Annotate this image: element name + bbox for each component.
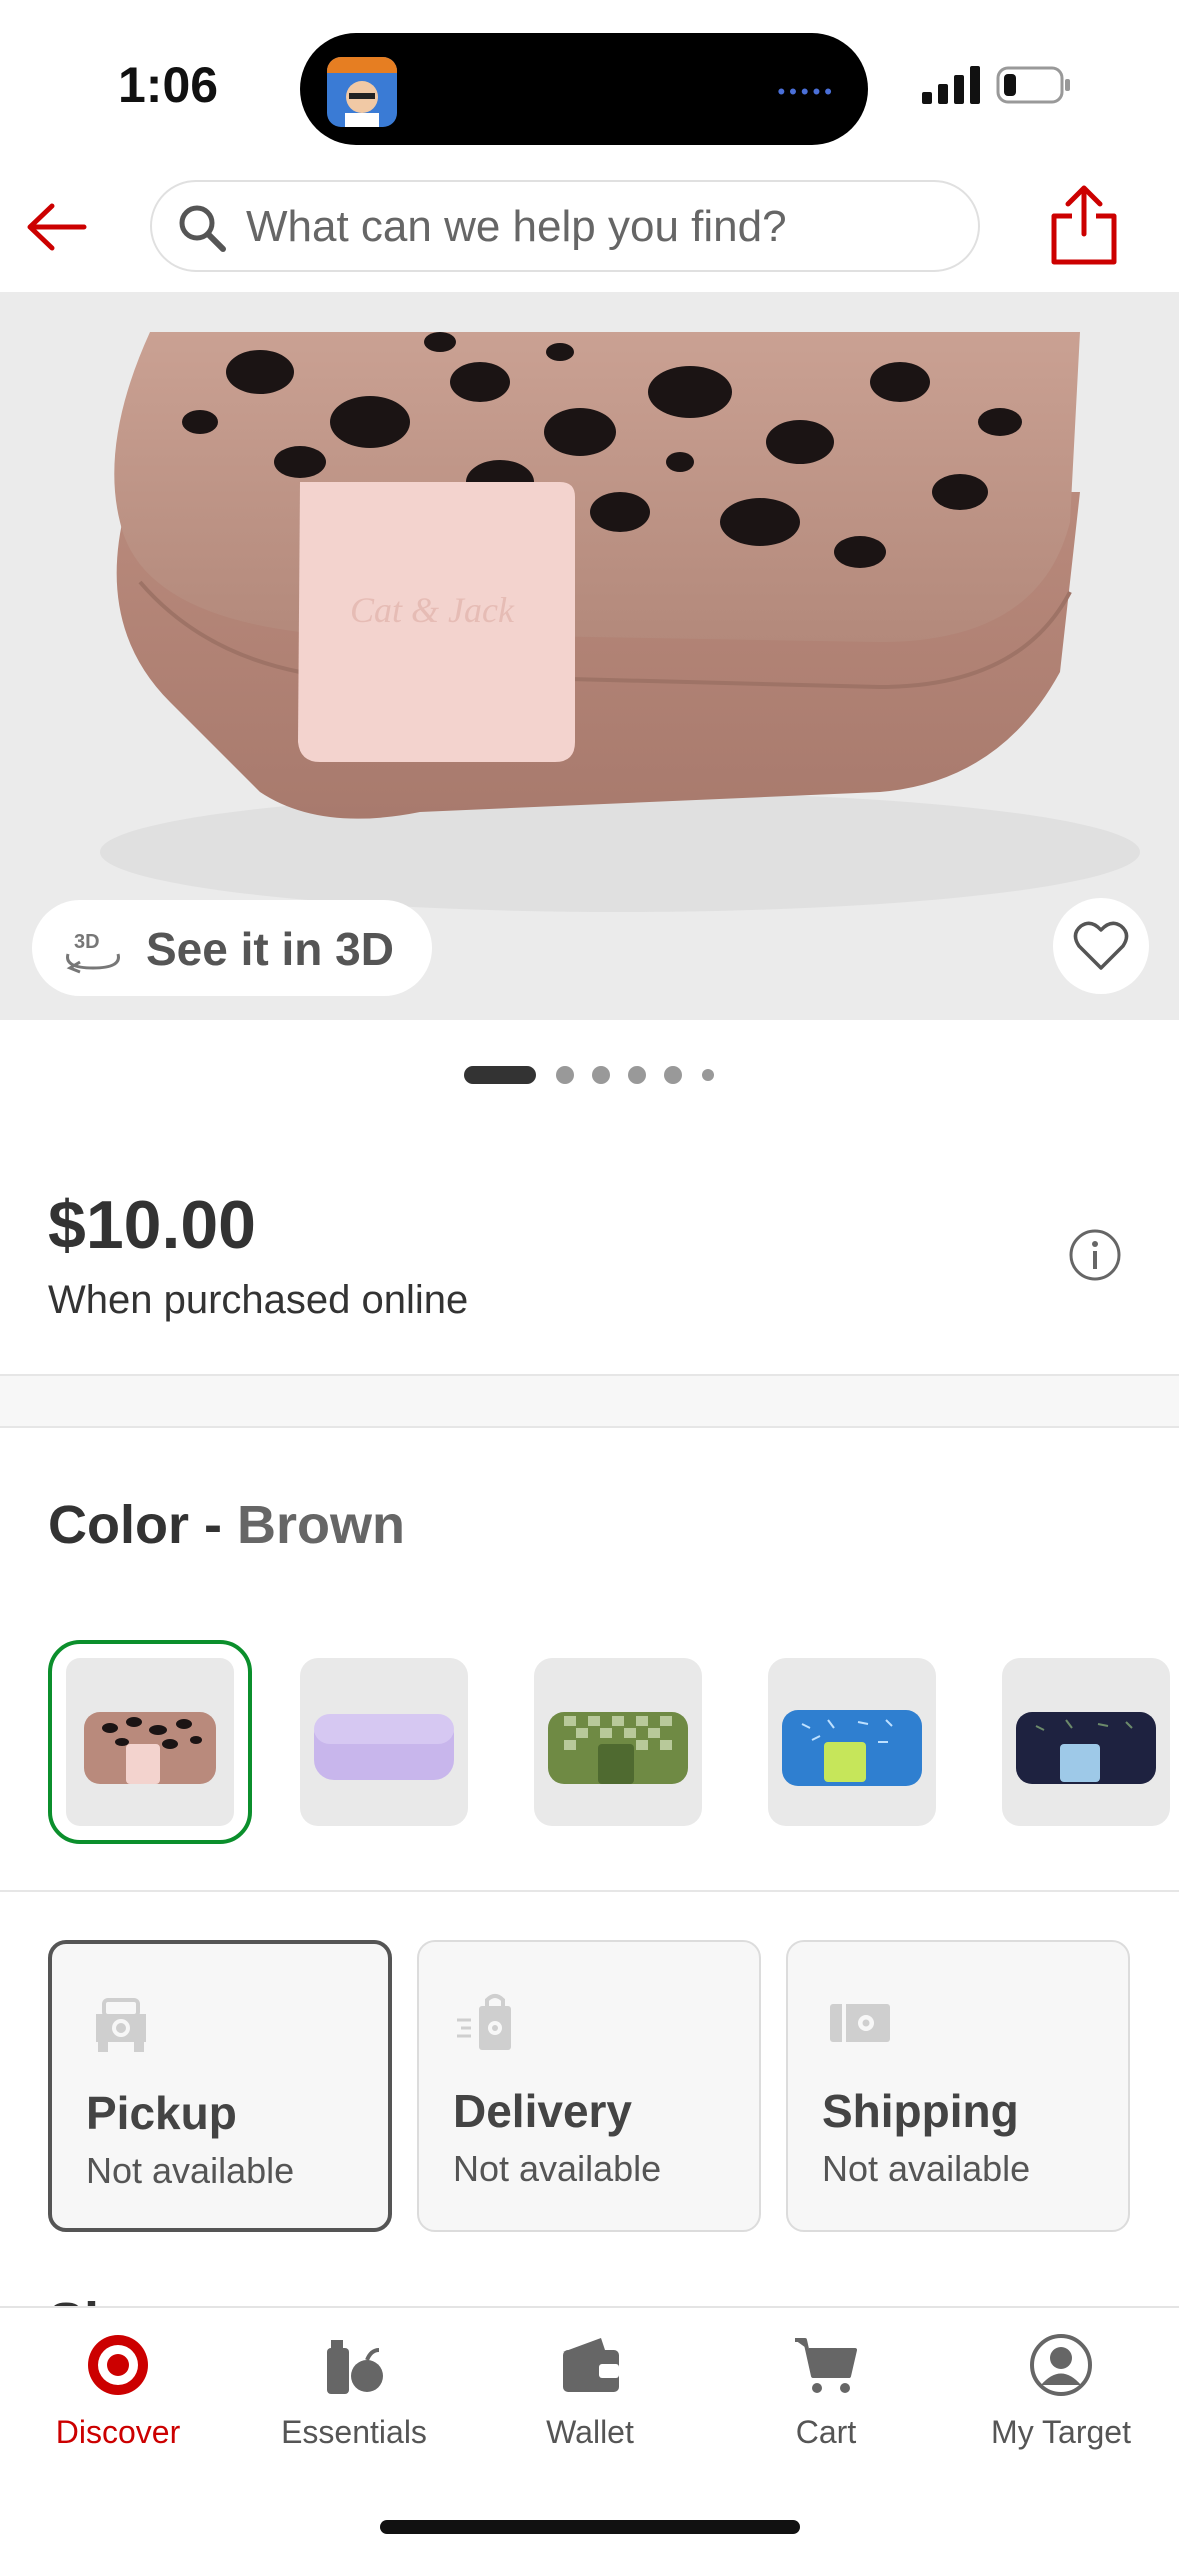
section-divider: [0, 1890, 1179, 1892]
tab-label: Essentials: [281, 2414, 427, 2450]
tab-label: My Target: [991, 2414, 1131, 2450]
color-swatch-navy[interactable]: [1002, 1658, 1170, 1826]
cart-icon: [795, 2338, 857, 2393]
swatch-image: [782, 1710, 922, 1786]
color-label: Color: [48, 1495, 189, 1555]
share-icon[interactable]: [1048, 184, 1120, 266]
search-bar[interactable]: [150, 180, 980, 272]
color-swatch-blue[interactable]: [768, 1658, 936, 1826]
truck-icon: [830, 2004, 890, 2042]
carousel-dot[interactable]: [628, 1066, 646, 1084]
tab-label: Discover: [55, 2414, 181, 2450]
bottom-tab-bar: Discover Essentials Wallet Cart My Targe…: [0, 2306, 1179, 2558]
price-note: When purchased online: [48, 1278, 469, 1322]
section-divider: [0, 1374, 1179, 1428]
carousel-dot[interactable]: [464, 1066, 536, 1084]
color-swatch-brown[interactable]: [48, 1640, 252, 1844]
battery-icon: [996, 66, 1070, 104]
car-icon: [96, 1998, 146, 2052]
search-input[interactable]: [244, 182, 948, 272]
fulfillment-pickup[interactable]: Pickup Not available: [48, 1940, 392, 2232]
fulfillment-status: Not available: [453, 2148, 662, 2189]
top-nav: [0, 170, 1179, 293]
swatch-image: [84, 1712, 216, 1784]
svg-text:Cat & Jack: Cat & Jack: [350, 590, 515, 630]
swatch-image: [548, 1712, 688, 1784]
color-separator: -: [189, 1495, 237, 1555]
dynamic-island[interactable]: •••••: [300, 33, 868, 145]
carousel-dot[interactable]: [592, 1066, 610, 1084]
carousel-dot[interactable]: [556, 1066, 574, 1084]
see-in-3d-button[interactable]: 3D See it in 3D: [32, 900, 432, 996]
fulfillment-delivery[interactable]: Delivery Not available: [417, 1940, 761, 2232]
selected-color: Brown: [237, 1495, 405, 1555]
heart-icon: [1073, 921, 1129, 970]
svg-text:3D: 3D: [74, 931, 100, 953]
fulfillment-status: Not available: [822, 2148, 1031, 2189]
see-in-3d-label: See it in 3D: [146, 923, 394, 975]
tab-cart[interactable]: Cart: [708, 2330, 944, 2480]
now-playing-thumbnail: [327, 57, 397, 127]
tab-label: Wallet: [546, 2414, 634, 2450]
color-swatch-lavender[interactable]: [300, 1658, 468, 1826]
fulfillment-status: Not available: [86, 2150, 295, 2191]
cellular-signal-icon: [922, 66, 980, 104]
home-indicator[interactable]: [380, 2520, 800, 2534]
audio-wave-icon: •••••: [777, 79, 836, 104]
swatch-image: [314, 1714, 454, 1780]
status-time: 1:06: [118, 57, 219, 113]
tab-discover[interactable]: Discover: [0, 2330, 236, 2480]
fulfillment-title: Shipping: [822, 2085, 1019, 2137]
tab-wallet[interactable]: Wallet: [472, 2330, 708, 2480]
store-heading: Shawnee: [48, 2282, 282, 2306]
fulfillment-shipping[interactable]: Shipping Not available: [786, 1940, 1130, 2232]
fulfillment-title: Pickup: [86, 2087, 237, 2139]
profile-icon: [1030, 2334, 1092, 2396]
swatch-image: [1016, 1712, 1156, 1784]
tab-essentials[interactable]: Essentials: [236, 2330, 472, 2480]
color-heading: Color - Brown: [48, 1494, 405, 1556]
tab-my-target[interactable]: My Target: [943, 2330, 1179, 2480]
essentials-icon: [327, 2340, 383, 2394]
info-icon[interactable]: [1068, 1228, 1122, 1282]
carousel-dot[interactable]: [702, 1069, 714, 1081]
color-swatch-green[interactable]: [534, 1658, 702, 1826]
bag-icon: [457, 1994, 511, 2050]
3d-view-icon: 3D: [66, 931, 120, 974]
product-image[interactable]: Cat & Jack 3D See it in 3D: [0, 292, 1179, 1020]
carousel-dot[interactable]: [664, 1066, 682, 1084]
favorite-button[interactable]: [1053, 898, 1149, 994]
carousel-indicator[interactable]: [0, 1060, 1179, 1090]
fulfillment-title: Delivery: [453, 2085, 633, 2137]
status-bar: 1:06 •••••: [0, 0, 1179, 170]
tab-label: Cart: [795, 2414, 857, 2450]
target-bullseye-icon: [88, 2335, 148, 2395]
back-arrow-icon[interactable]: [22, 192, 92, 262]
search-icon: [179, 205, 226, 252]
product-price: $10.00: [48, 1187, 256, 1263]
wallet-icon: [563, 2338, 619, 2392]
